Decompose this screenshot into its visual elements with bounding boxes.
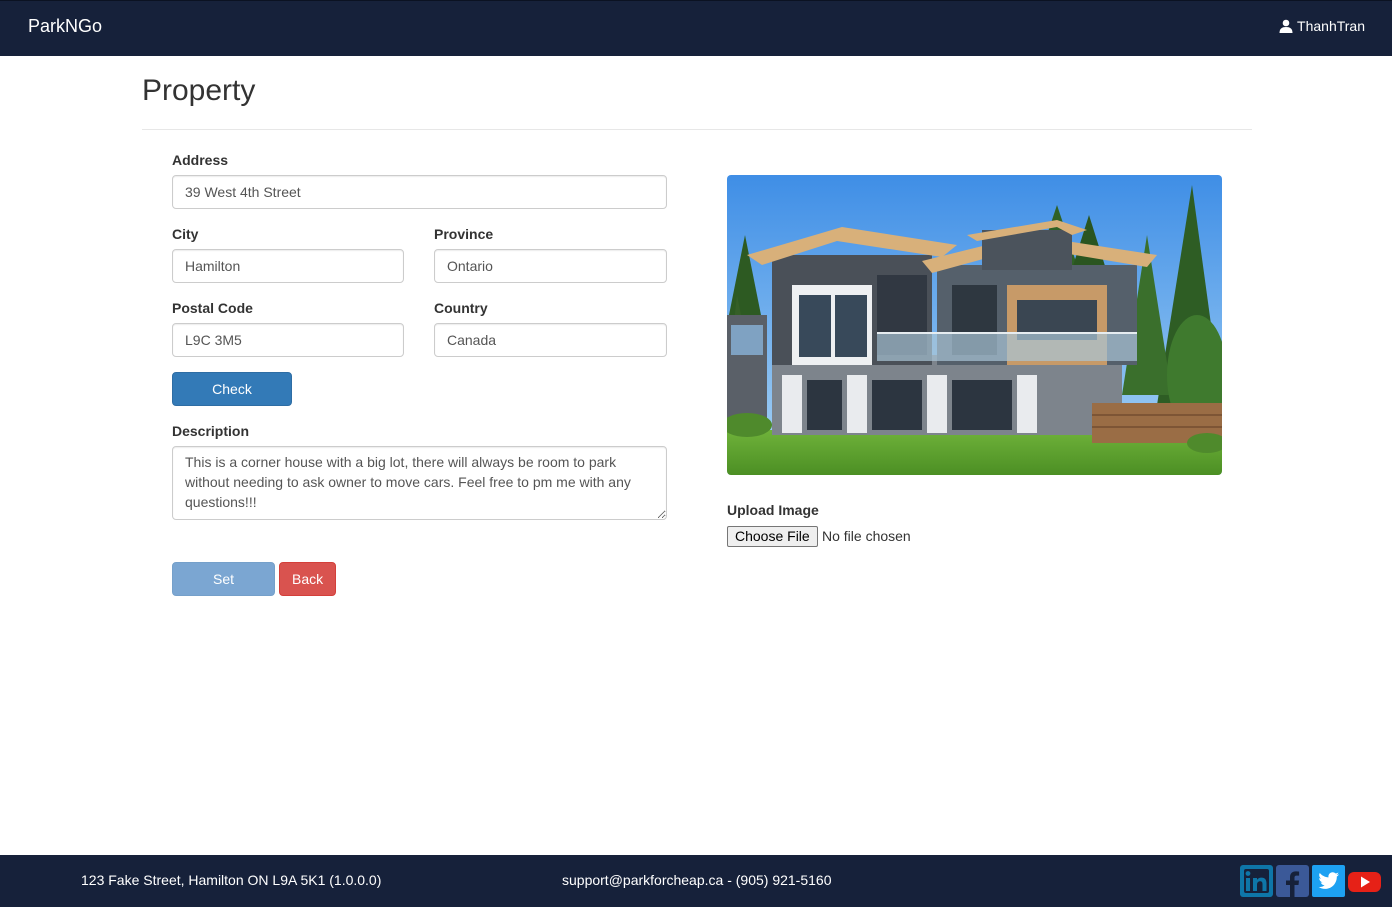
brand-link[interactable]: ParkNGo [28, 16, 102, 37]
twitter-icon[interactable] [1312, 865, 1345, 897]
postal-code-label: Postal Code [172, 300, 253, 316]
user-menu[interactable]: ThanhTran [1279, 18, 1365, 34]
city-input[interactable] [172, 249, 404, 283]
check-address-button[interactable]: Check Address [172, 372, 292, 429]
description-label: Description [172, 423, 250, 439]
address-label: Address [172, 152, 229, 168]
description-textarea[interactable]: This is a corner house with a big lot, t… [172, 446, 667, 520]
province-label: Province [434, 226, 494, 242]
address-input[interactable] [172, 175, 667, 209]
user-icon [1279, 19, 1293, 33]
country-label: Country [434, 300, 488, 316]
city-label: City [172, 226, 199, 242]
set-property-button[interactable]: Set Property [172, 562, 275, 619]
facebook-icon[interactable] [1276, 865, 1309, 897]
property-image [727, 175, 1222, 475]
province-input[interactable] [434, 249, 667, 283]
country-input[interactable] [434, 323, 667, 357]
top-navbar: ParkNGo ThanhTran [0, 0, 1392, 56]
user-name: ThanhTran [1297, 18, 1365, 34]
upload-image-label: Upload Image [727, 502, 819, 518]
file-status-text: No file chosen [822, 528, 911, 544]
footer-contact: support@parkforcheap.ca - (905) 921-5160 [562, 872, 832, 888]
youtube-icon[interactable] [1348, 865, 1381, 897]
postal-code-input[interactable] [172, 323, 404, 357]
back-button[interactable]: Back [279, 562, 336, 596]
linkedin-icon[interactable] [1240, 865, 1273, 897]
title-divider [142, 129, 1252, 130]
footer-address: 123 Fake Street, Hamilton ON L9A 5K1 (1.… [81, 872, 382, 888]
choose-file-button[interactable]: Choose File [727, 526, 818, 547]
page-title: Property [142, 74, 256, 107]
footer: 123 Fake Street, Hamilton ON L9A 5K1 (1.… [0, 855, 1392, 907]
